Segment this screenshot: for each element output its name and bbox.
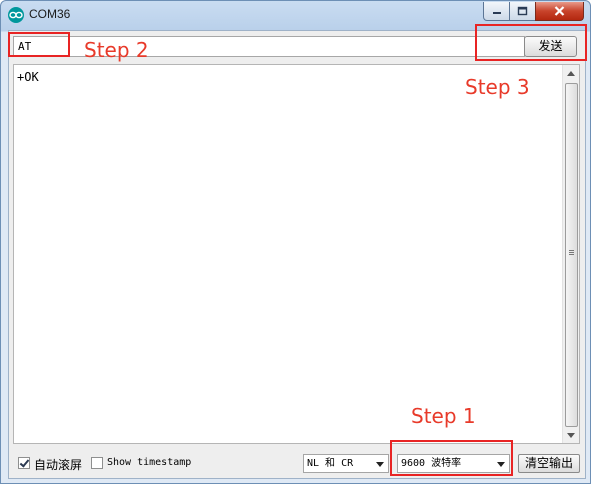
output-line: +OK [17,70,39,84]
scroll-down-button[interactable] [563,427,579,443]
line-ending-value: NL 和 CR [307,458,354,469]
chevron-down-icon [567,432,575,438]
line-ending-select[interactable]: NL 和 CR [303,454,389,473]
grip-icon [569,250,574,251]
serial-monitor-window: COM36 AT 发送 +OK 自动滚屏 Show timestamp NL 和… [0,0,591,484]
clear-output-button[interactable]: 清空输出 [518,454,580,473]
maximize-button[interactable] [509,2,536,21]
arduino-logo-icon [8,7,24,23]
minimize-button[interactable] [483,2,510,21]
autoscroll-label: 自动滚屏 [34,458,83,472]
step3-label: Step 3 [465,75,530,99]
close-button[interactable] [535,2,584,21]
timestamp-label: Show timestamp [107,457,192,468]
step2-highlight-box [8,32,70,57]
step3-highlight-box [475,24,587,61]
step2-label: Step 2 [84,38,149,62]
timestamp-checkbox[interactable] [91,457,103,469]
chevron-up-icon [567,70,575,76]
vertical-scrollbar[interactable] [562,65,579,443]
minimize-icon [492,12,501,14]
scroll-up-button[interactable] [563,65,579,81]
chevron-down-icon [376,462,384,467]
autoscroll-checkbox[interactable] [18,457,30,469]
window-title: COM36 [29,7,71,21]
step1-label: Step 1 [411,404,476,428]
close-icon [554,6,565,16]
serial-output-area[interactable]: +OK [13,64,580,444]
restore-icon [517,6,528,16]
step1-highlight-box [390,440,513,476]
scrollbar-thumb[interactable] [565,83,578,427]
